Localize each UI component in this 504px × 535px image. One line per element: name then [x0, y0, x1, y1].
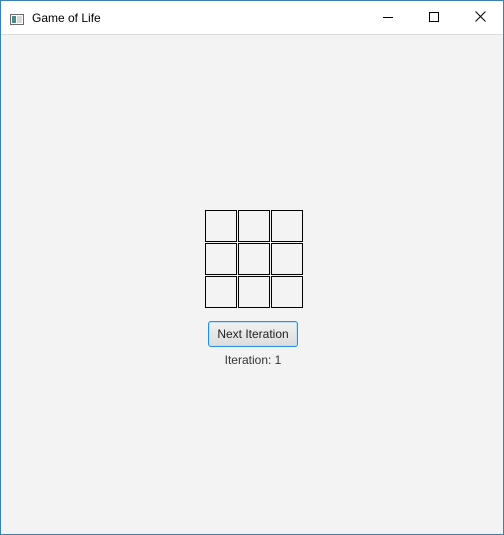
board-cell[interactable]: [205, 276, 237, 308]
java-app-icon: [10, 12, 24, 25]
app-window: Game of Life Next Iteration Iteration: 1: [0, 0, 504, 535]
board-cell[interactable]: [238, 276, 270, 308]
minimize-icon: [383, 9, 393, 27]
close-icon: [474, 9, 486, 27]
life-board: [205, 210, 303, 308]
board-cell[interactable]: [271, 210, 303, 242]
board-cell[interactable]: [271, 276, 303, 308]
minimize-button[interactable]: [365, 1, 411, 34]
title-bar[interactable]: Game of Life: [1, 1, 503, 35]
board-cell[interactable]: [205, 210, 237, 242]
maximize-icon: [429, 9, 439, 27]
board-cell[interactable]: [238, 243, 270, 275]
board-cell[interactable]: [205, 243, 237, 275]
board-cell[interactable]: [271, 243, 303, 275]
next-iteration-button[interactable]: Next Iteration: [208, 321, 298, 347]
window-title: Game of Life: [32, 11, 101, 25]
board-cell[interactable]: [238, 210, 270, 242]
maximize-button[interactable]: [411, 1, 457, 34]
close-button[interactable]: [457, 1, 503, 34]
iteration-counter: Iteration: 1: [224, 353, 282, 367]
client-area: Next Iteration Iteration: 1: [1, 35, 503, 534]
